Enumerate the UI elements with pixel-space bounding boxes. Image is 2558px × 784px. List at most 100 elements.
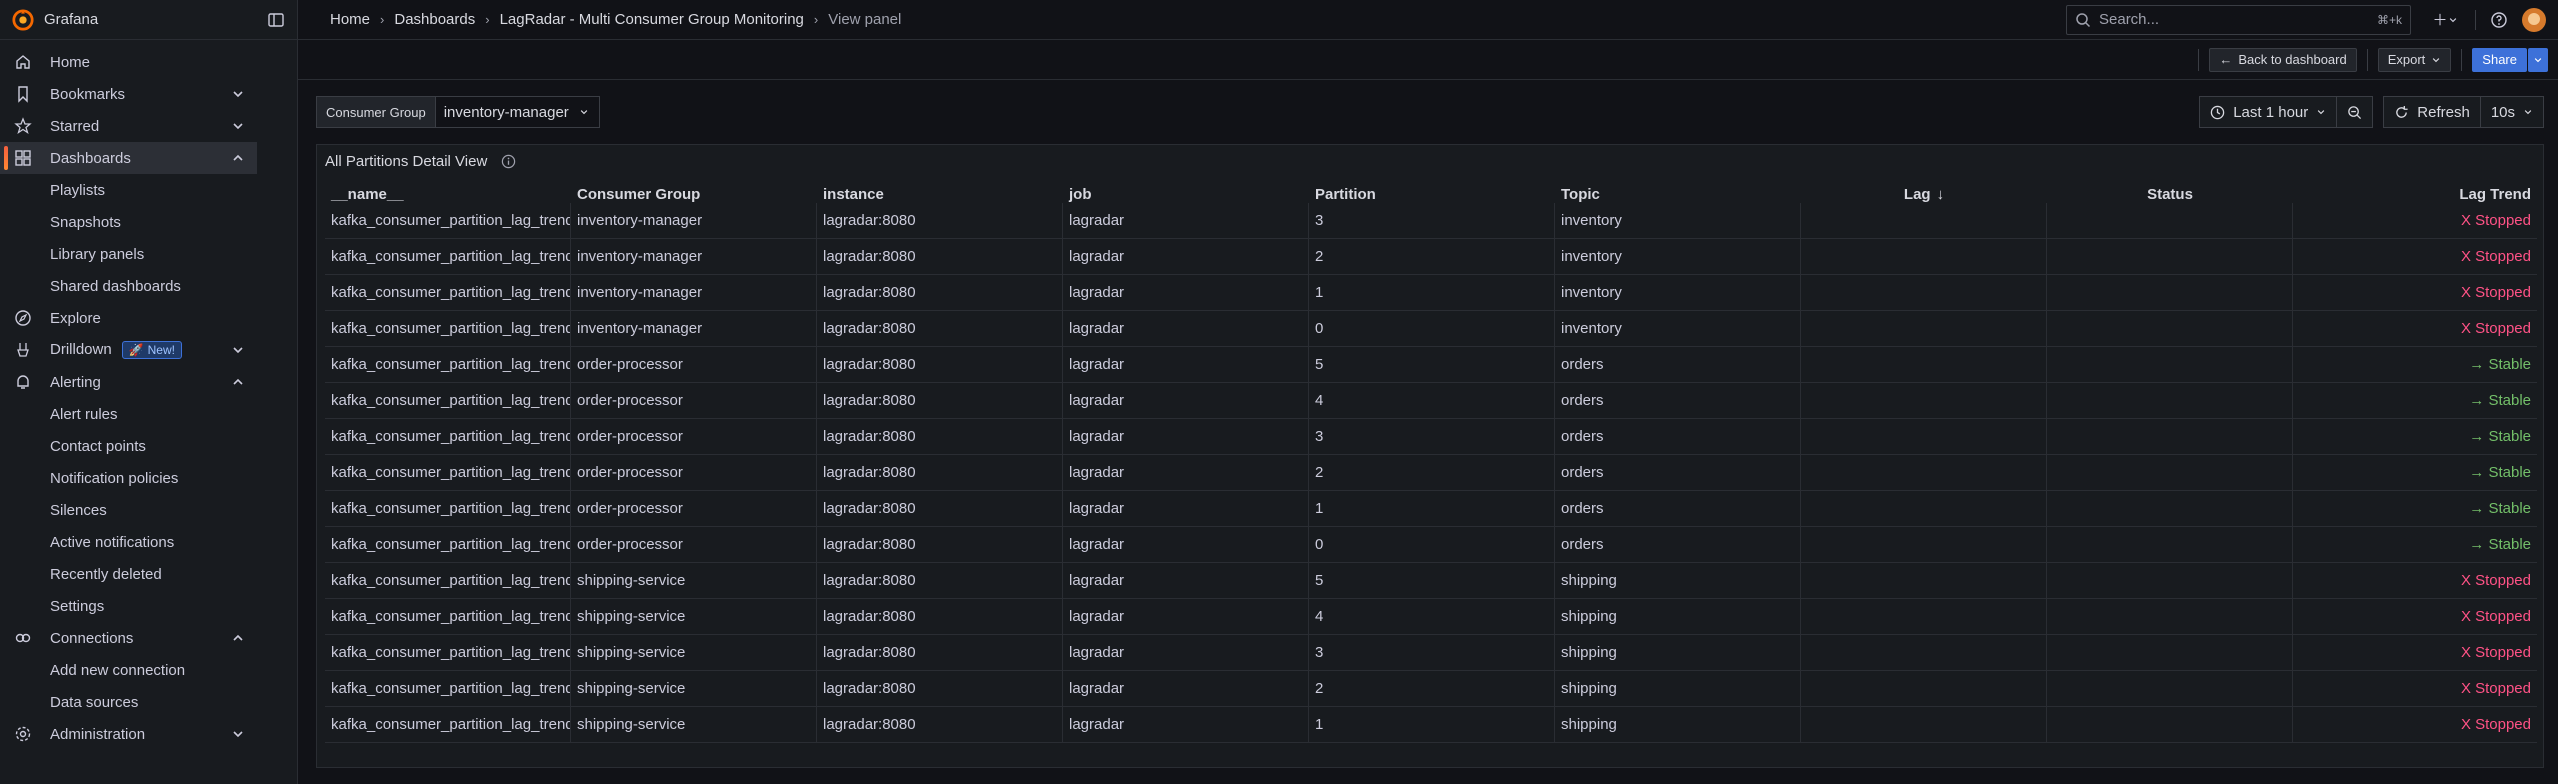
sidebar-item-explore[interactable]: Explore (0, 302, 257, 334)
panel-header: All Partitions Detail View (317, 145, 2543, 177)
new-menu-button[interactable]: ＋ (2423, 5, 2467, 35)
chevron-down-icon[interactable] (231, 727, 245, 741)
breadcrumb-dashboards[interactable]: Dashboards (394, 11, 475, 28)
table-row[interactable]: kafka_consumer_partition_lag_trend shippi… (325, 563, 2537, 599)
partition-cell: 5 (1309, 563, 1555, 598)
table-row[interactable]: kafka_consumer_partition_lag_trend order-… (325, 383, 2537, 419)
sidebar-item-bookmarks[interactable]: Bookmarks (0, 78, 257, 110)
share-options-button[interactable] (2528, 47, 2548, 72)
chevron-down-icon[interactable] (231, 87, 245, 101)
table-row[interactable]: kafka_consumer_partition_lag_trend invent… (325, 203, 2537, 239)
table-row[interactable]: kafka_consumer_partition_lag_trend order-… (325, 347, 2537, 383)
refresh-button[interactable]: Refresh (2383, 96, 2481, 128)
sidebar-item-connections[interactable]: Connections (0, 622, 257, 654)
star-icon (14, 117, 32, 135)
info-icon[interactable] (501, 154, 516, 169)
table-row[interactable]: kafka_consumer_partition_lag_trend order-… (325, 419, 2537, 455)
table-row[interactable]: kafka_consumer_partition_lag_trend order-… (325, 491, 2537, 527)
zoom-out-button[interactable] (2337, 96, 2374, 128)
sidebar-subitem-alert-rules[interactable]: Alert rules (0, 398, 297, 430)
sidebar-item-dashboards[interactable]: Dashboards (0, 142, 257, 174)
lag-trend-cell: X Stopped (2460, 572, 2531, 589)
consumer-group-cell: inventory-manager (571, 275, 817, 310)
sidebar-subitem-silences[interactable]: Silences (0, 494, 297, 526)
breadcrumb-dashboard[interactable]: LagRadar - Multi Consumer Group Monitori… (500, 11, 804, 28)
lag-cell (1801, 275, 2047, 310)
sidebar-item-alerting[interactable]: Alerting (0, 366, 257, 398)
column-header-topic[interactable]: Topic (1555, 185, 1801, 203)
refresh-interval-select[interactable]: 10s (2480, 96, 2544, 128)
partition-cell: 2 (1309, 455, 1555, 490)
column-header-status[interactable]: Status (2047, 185, 2293, 203)
name-cell: kafka_consumer_partition_lag_trend (325, 671, 571, 706)
status-cell (2047, 671, 2293, 706)
search-input[interactable]: Search... ⌘+k (2066, 4, 2411, 35)
grafana-logo-icon[interactable] (12, 8, 34, 31)
chevron-up-icon[interactable] (231, 151, 245, 165)
column-header-job[interactable]: job (1063, 185, 1309, 203)
table-row[interactable]: kafka_consumer_partition_lag_trend shippi… (325, 671, 2537, 707)
sidebar-item-home[interactable]: Home (0, 46, 257, 78)
column-header-instance[interactable]: instance (817, 185, 1063, 203)
sidebar-subitem-library-panels[interactable]: Library panels (0, 238, 297, 270)
sidebar-subitem-data-sources[interactable]: Data sources (0, 686, 297, 718)
sidebar-item-starred[interactable]: Starred (0, 110, 257, 142)
status-cell (2047, 527, 2293, 562)
share-label: Share (2482, 52, 2517, 67)
time-range-button[interactable]: Last 1 hour (2199, 96, 2338, 128)
dock-menu-icon[interactable] (267, 11, 285, 29)
table-row[interactable]: kafka_consumer_partition_lag_trend invent… (325, 275, 2537, 311)
chevron-down-icon (2524, 110, 2532, 115)
chevron-down-icon[interactable] (231, 119, 245, 133)
sidebar-subitem-add-new-connection[interactable]: Add new connection (0, 654, 297, 686)
column-header-partition[interactable]: Partition (1309, 185, 1555, 203)
breadcrumb-home[interactable]: Home (330, 11, 370, 28)
sidebar-item-drilldown[interactable]: Drilldown 🚀 New! (0, 334, 257, 366)
lag-cell (1801, 311, 2047, 346)
sidebar-subitem-shared-dashboards[interactable]: Shared dashboards (0, 270, 297, 302)
name-cell: kafka_consumer_partition_lag_trend (325, 275, 571, 310)
column-header-consumer-group[interactable]: Consumer Group (571, 185, 817, 203)
table-row[interactable]: kafka_consumer_partition_lag_trend invent… (325, 239, 2537, 275)
name-cell: kafka_consumer_partition_lag_trend (325, 419, 571, 454)
column-header-lag-trend[interactable]: Lag Trend (2293, 185, 2537, 203)
instance-cell: lagradar:8080 (817, 491, 1063, 526)
table-row[interactable]: kafka_consumer_partition_lag_trend invent… (325, 311, 2537, 347)
sidebar-subitem-recently-deleted[interactable]: Recently deleted (0, 558, 297, 590)
export-button[interactable]: Export (2377, 47, 2452, 72)
status-cell (2047, 635, 2293, 670)
sidebar-subitem-active-notifications[interactable]: Active notifications (0, 526, 297, 558)
consumer-group-cell: order-processor (571, 491, 817, 526)
consumer-group-select[interactable]: inventory-manager (435, 96, 600, 128)
table-row[interactable]: kafka_consumer_partition_lag_trend order-… (325, 455, 2537, 491)
sidebar-subitem-notification-policies[interactable]: Notification policies (0, 462, 297, 494)
sidebar-subitem-settings[interactable]: Settings (0, 590, 297, 622)
share-button[interactable]: Share (2472, 47, 2527, 72)
job-cell: lagradar (1063, 455, 1309, 490)
sidebar-subitem-contact-points[interactable]: Contact points (0, 430, 297, 462)
consumer-group-cell: shipping-service (571, 599, 817, 634)
table-row[interactable]: kafka_consumer_partition_lag_trend shippi… (325, 599, 2537, 635)
table-row[interactable]: kafka_consumer_partition_lag_trend shippi… (325, 635, 2537, 671)
help-button[interactable] (2484, 5, 2514, 35)
chevron-up-icon[interactable] (231, 375, 245, 389)
lag-trend-cell: X Stopped (2460, 716, 2531, 733)
table-panel: All Partitions Detail View __name__ Cons… (316, 144, 2544, 768)
job-cell: lagradar (1063, 383, 1309, 418)
avatar[interactable] (2522, 7, 2546, 32)
table-row[interactable]: kafka_consumer_partition_lag_trend shippi… (325, 707, 2537, 743)
instance-cell: lagradar:8080 (817, 311, 1063, 346)
chevron-up-icon[interactable] (231, 631, 245, 645)
sidebar-item-administration[interactable]: Administration (0, 718, 257, 750)
column-header-name[interactable]: __name__ (325, 185, 571, 203)
instance-cell: lagradar:8080 (817, 239, 1063, 274)
nav-menu: Home Bookmarks Starred Dashboards Playli… (0, 40, 297, 750)
column-header-lag[interactable]: Lag ↓ (1801, 185, 2047, 203)
status-cell (2047, 419, 2293, 454)
sidebar-subitem-snapshots[interactable]: Snapshots (0, 206, 297, 238)
job-cell: lagradar (1063, 527, 1309, 562)
table-row[interactable]: kafka_consumer_partition_lag_trend order-… (325, 527, 2537, 563)
back-to-dashboard-button[interactable]: ← Back to dashboard (2209, 47, 2357, 72)
chevron-down-icon[interactable] (231, 343, 245, 357)
sidebar-subitem-playlists[interactable]: Playlists (0, 174, 297, 206)
